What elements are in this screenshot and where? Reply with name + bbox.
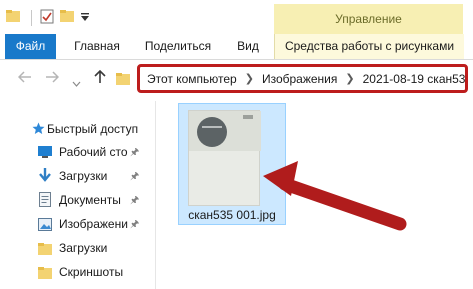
annotation-arrow-icon — [263, 161, 407, 231]
